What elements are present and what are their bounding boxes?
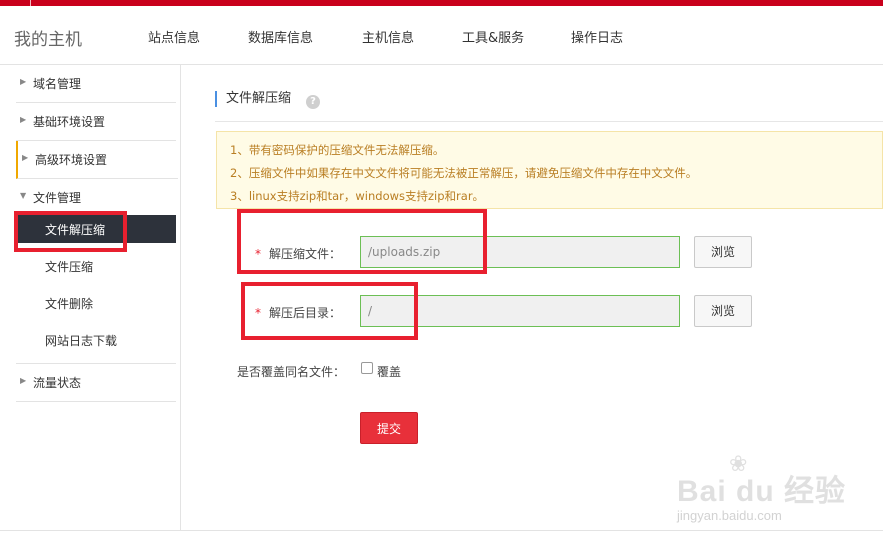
chevron-right-icon: ▶: [22, 153, 29, 162]
notice-line: 1、带有密码保护的压缩文件无法解压缩。: [230, 143, 445, 157]
overwrite-checkbox[interactable]: [361, 362, 373, 374]
sidebar-subitem-log-download[interactable]: 网站日志下载: [16, 326, 176, 354]
sidebar-subitem-label: 文件压缩: [45, 260, 94, 274]
archive-label-text: 解压缩文件：: [269, 247, 342, 261]
sidebar-item-domain[interactable]: ▶ 域名管理: [16, 65, 176, 103]
nav-host-info[interactable]: 主机信息: [362, 27, 414, 46]
nav-operation-log[interactable]: 操作日志: [571, 27, 623, 46]
sidebar-subitem-file-delete[interactable]: 文件删除: [16, 289, 176, 317]
brand-title[interactable]: 我的主机: [14, 25, 82, 50]
chevron-right-icon: ▶: [20, 376, 27, 385]
sidebar-subitem-label: 文件删除: [45, 297, 94, 311]
notice-line: 3、linux支持zip和tar，windows支持zip和rar。: [230, 189, 485, 203]
title-divider: [215, 121, 883, 122]
chevron-down-icon: ▼: [20, 191, 27, 200]
target-label-text: 解压后目录：: [269, 306, 342, 320]
header: 我的主机 站点信息 数据库信息 主机信息 工具&服务 操作日志: [0, 6, 883, 65]
sidebar-item-label: 文件管理: [33, 191, 82, 205]
page-title: 文件解压缩: [215, 91, 291, 107]
help-icon[interactable]: ?: [306, 95, 320, 109]
archive-path-input[interactable]: [360, 236, 680, 268]
sidebar-subitem-label: 文件解压缩: [45, 223, 106, 237]
sidebar-subitem-file-unzip[interactable]: 文件解压缩: [16, 215, 176, 243]
overwrite-question: 是否覆盖同名文件：: [237, 365, 346, 379]
sidebar-item-traffic-status[interactable]: ▶ 流量状态: [16, 363, 176, 402]
required-mark: *: [255, 247, 261, 261]
sidebar-item-label: 域名管理: [33, 77, 82, 91]
nav-tools-services[interactable]: 工具&服务: [462, 27, 524, 46]
notice-line: 2、压缩文件中如果存在中文文件将可能无法被正常解压，请避免压缩文件中存在中文文件…: [230, 166, 698, 180]
watermark-logo: Bai du 经验: [677, 475, 847, 508]
target-dir-input[interactable]: [360, 295, 680, 327]
sidebar-item-advanced-env[interactable]: ▶ 高级环境设置: [16, 141, 178, 179]
sidebar-item-file-management[interactable]: ▼ 文件管理: [16, 179, 176, 216]
nav-site-info[interactable]: 站点信息: [148, 27, 200, 46]
watermark: ❀ Bai du 经验 jingyan.baidu.com: [677, 452, 877, 532]
sidebar-item-label: 高级环境设置: [35, 153, 108, 167]
sidebar-subitem-file-compress[interactable]: 文件压缩: [16, 252, 176, 280]
sidebar-item-label: 流量状态: [33, 376, 82, 390]
overwrite-option-label[interactable]: 覆盖: [377, 363, 401, 380]
chevron-right-icon: ▶: [20, 115, 27, 124]
watermark-url: jingyan.baidu.com: [677, 508, 782, 523]
browse-archive-button[interactable]: 浏览: [694, 236, 752, 268]
sidebar-item-label: 基础环境设置: [33, 115, 106, 129]
nav-database-info[interactable]: 数据库信息: [248, 27, 313, 46]
browse-target-button[interactable]: 浏览: [694, 295, 752, 327]
sidebar-item-basic-env[interactable]: ▶ 基础环境设置: [16, 103, 176, 141]
archive-field-label: * 解压缩文件：: [255, 245, 341, 262]
sidebar-subitem-label: 网站日志下载: [45, 334, 118, 348]
required-mark: *: [255, 306, 261, 320]
sidebar: ▶ 域名管理 ▶ 基础环境设置 ▶ 高级环境设置 ▼ 文件管理 文件解压缩 文件…: [0, 65, 181, 530]
target-field-label: * 解压后目录：: [255, 304, 341, 321]
submit-button[interactable]: 提交: [360, 412, 418, 444]
chevron-right-icon: ▶: [20, 77, 27, 86]
notice-box: 1、带有密码保护的压缩文件无法解压缩。 2、压缩文件中如果存在中文文件将可能无法…: [216, 131, 883, 209]
